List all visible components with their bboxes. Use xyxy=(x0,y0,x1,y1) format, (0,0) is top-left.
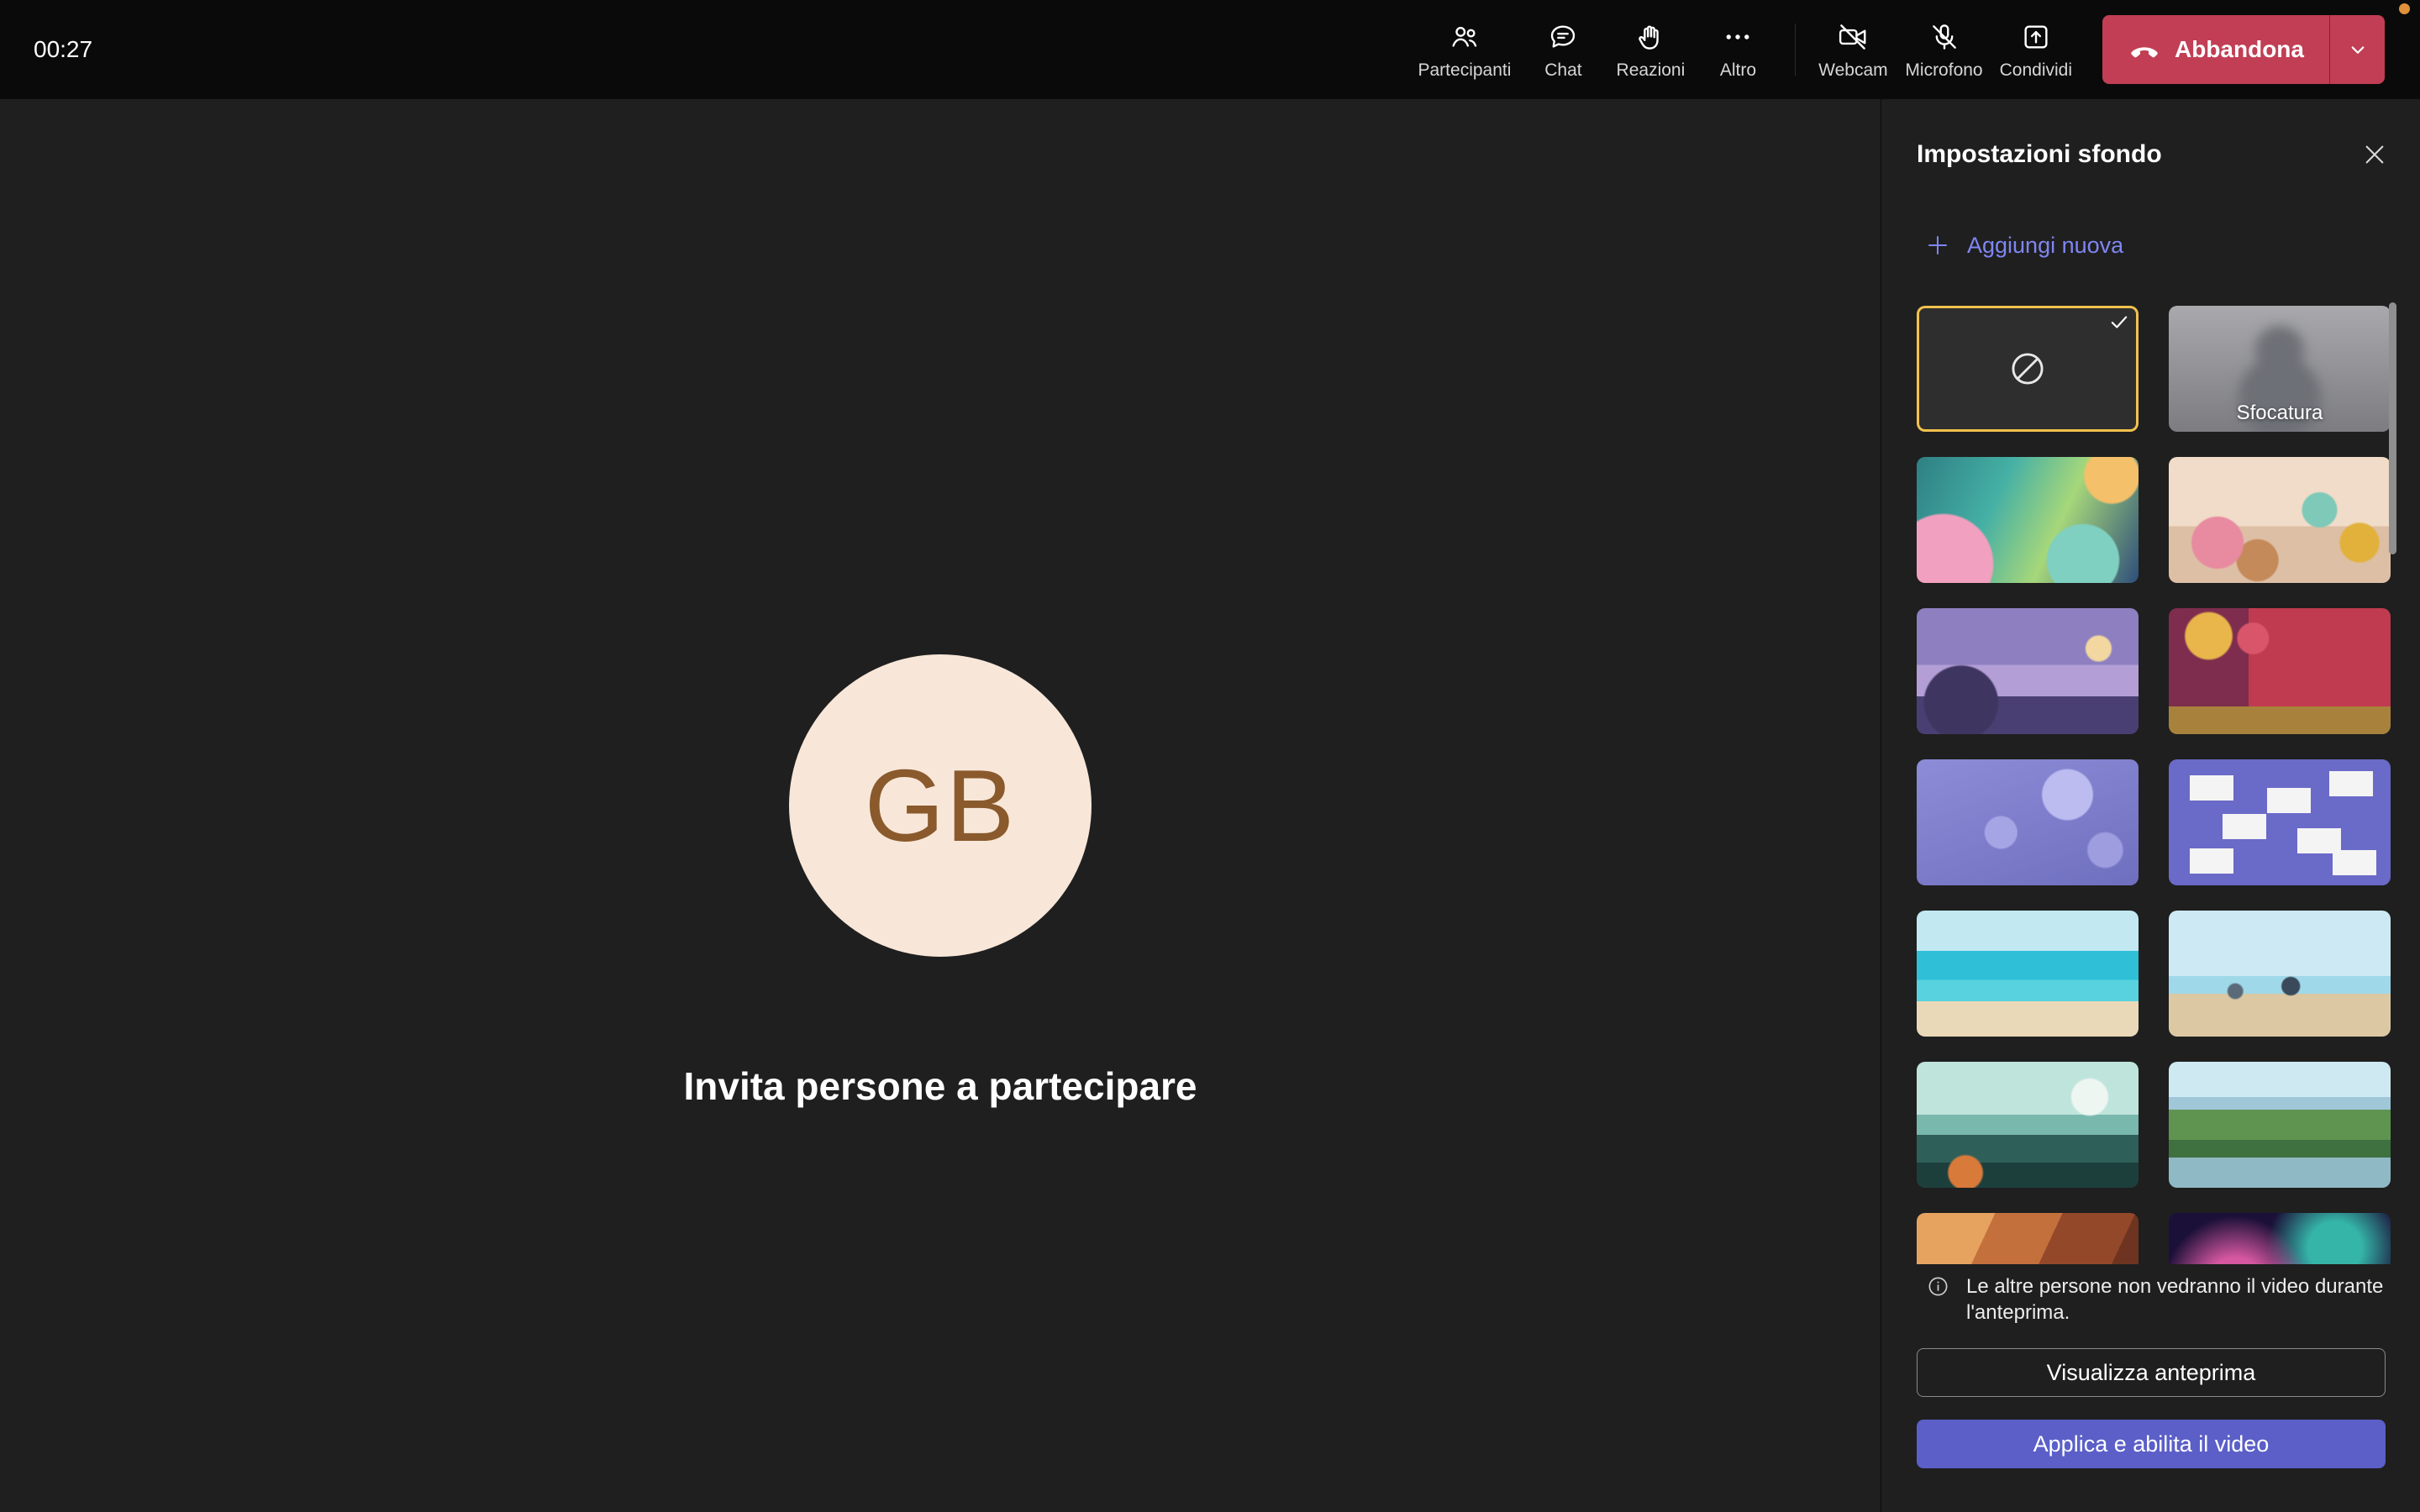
preview-note: Le altre persone non vedranno il video d… xyxy=(1927,1273,2386,1326)
background-thumbnails-grid: Sfocatura xyxy=(1917,306,2391,1264)
background-option-beach-with-people[interactable] xyxy=(2169,911,2391,1037)
background-option-sticky-notes-wall[interactable] xyxy=(2169,759,2391,885)
microphone-off-icon xyxy=(1928,19,1960,55)
share-button[interactable]: Condividi xyxy=(1991,19,2081,81)
background-settings-panel: Impostazioni sfondo Aggiungi nuova xyxy=(1881,99,2420,1512)
share-icon xyxy=(2020,19,2052,55)
info-icon xyxy=(1927,1275,1949,1326)
background-option-abstract-waves[interactable] xyxy=(1917,457,2139,583)
reactions-label: Reazioni xyxy=(1617,60,1686,81)
background-option-red-bookshelf[interactable] xyxy=(2169,608,2391,734)
more-button[interactable]: Altro xyxy=(1694,19,1781,81)
leave-split-button: Abbandona xyxy=(2102,15,2385,84)
close-icon[interactable] xyxy=(2361,141,2388,168)
leave-options-button[interactable] xyxy=(2329,15,2385,84)
background-option-canyon[interactable] xyxy=(1917,1213,2139,1264)
notification-dot xyxy=(2399,3,2410,14)
background-option-island-cliffs[interactable] xyxy=(1917,1062,2139,1188)
blur-label: Sfocatura xyxy=(2169,402,2391,425)
toolbar-divider xyxy=(1795,24,1796,76)
meeting-stage: GB Invita persone a partecipare xyxy=(0,99,1881,1512)
background-option-green-valley[interactable] xyxy=(2169,1062,2391,1188)
webcam-label: Webcam xyxy=(1818,60,1887,81)
share-label: Condividi xyxy=(2000,60,2072,81)
reactions-button[interactable]: Reazioni xyxy=(1607,19,1694,81)
reactions-hand-icon xyxy=(1634,19,1666,55)
no-background-icon xyxy=(2007,348,2049,390)
background-option-blur[interactable]: Sfocatura xyxy=(2169,306,2391,432)
background-option-tropical-beach[interactable] xyxy=(1917,911,2139,1037)
plus-icon xyxy=(1925,233,1950,258)
toolbar-buttons: Partecipanti Chat Reazioni xyxy=(1410,0,2386,99)
leave-button[interactable]: Abbandona xyxy=(2102,15,2329,84)
panel-title: Impostazioni sfondo xyxy=(1917,140,2162,169)
avatar-initials: GB xyxy=(865,747,1016,864)
panel-header: Impostazioni sfondo xyxy=(1917,133,2388,176)
background-option-living-room[interactable] xyxy=(1917,608,2139,734)
people-icon xyxy=(1449,19,1481,55)
leave-label: Abbandona xyxy=(2175,36,2304,63)
webcam-off-icon xyxy=(1837,19,1869,55)
preview-button[interactable]: Visualizza anteprima xyxy=(1917,1348,2386,1397)
participants-button[interactable]: Partecipanti xyxy=(1410,19,1520,81)
background-option-birthday-party[interactable] xyxy=(2169,457,2391,583)
microphone-label: Microfono xyxy=(1905,60,1982,81)
selected-check-icon xyxy=(2108,311,2130,333)
chat-icon xyxy=(1547,19,1579,55)
meeting-timer: 00:27 xyxy=(34,0,92,99)
background-option-none[interactable] xyxy=(1917,306,2139,432)
more-dots-icon xyxy=(1722,19,1754,55)
panel-scrollbar[interactable] xyxy=(2389,302,2396,554)
more-label: Altro xyxy=(1720,60,1756,81)
microphone-button[interactable]: Microfono xyxy=(1897,19,1991,81)
add-new-background-button[interactable]: Aggiungi nuova xyxy=(1925,225,2123,265)
webcam-button[interactable]: Webcam xyxy=(1809,19,1897,81)
add-new-label: Aggiungi nuova xyxy=(1967,233,2123,259)
hang-up-icon xyxy=(2128,33,2161,66)
apply-button[interactable]: Applica e abilita il video xyxy=(1917,1420,2386,1468)
meeting-toolbar: 00:27 Partecipanti Chat xyxy=(0,0,2420,99)
chevron-down-icon xyxy=(2345,37,2370,62)
invite-text: Invita persone a partecipare xyxy=(0,1063,1881,1109)
chat-label: Chat xyxy=(1544,60,1581,81)
preview-note-text: Le altre persone non vedranno il video d… xyxy=(1966,1273,2386,1326)
avatar: GB xyxy=(789,654,1092,957)
blurred-person-silhouette xyxy=(2255,326,2304,375)
background-option-purple-soft-orbs[interactable] xyxy=(1917,759,2139,885)
participants-label: Partecipanti xyxy=(1418,60,1512,81)
background-option-galaxy[interactable] xyxy=(2169,1213,2391,1264)
chat-button[interactable]: Chat xyxy=(1519,19,1607,81)
